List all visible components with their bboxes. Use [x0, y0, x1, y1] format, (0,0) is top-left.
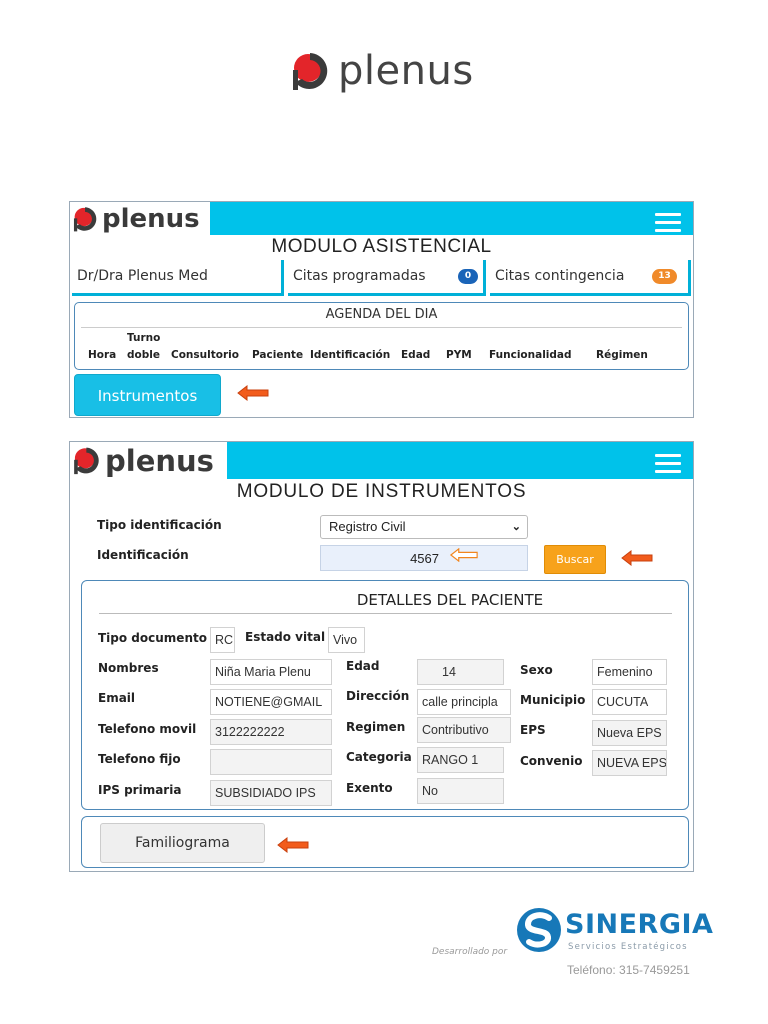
- arrow-left-icon: [621, 550, 653, 566]
- modulo-asistencial-screen: plenus MODULO ASISTENCIAL Dr/Dra Plenus …: [69, 201, 694, 418]
- categoria-field: RANGO 1: [417, 747, 504, 773]
- convenio-label: Convenio: [520, 754, 583, 768]
- nombres-field: Niña Maria Plenu: [210, 659, 332, 685]
- ips-primaria-field: SUBSIDIADO IPS: [210, 780, 332, 806]
- header-logo: plenus: [70, 202, 210, 235]
- divider: [99, 613, 672, 614]
- column-header-regimen: Régimen: [596, 349, 648, 361]
- plenus-logo-text: plenus: [338, 48, 474, 94]
- menu-icon[interactable]: [655, 213, 681, 237]
- telefono-fijo-label: Telefono fijo: [98, 752, 181, 766]
- developed-by: Desarrollado por: [432, 947, 508, 957]
- regimen-label: Regimen: [346, 720, 406, 734]
- citas-programadas-label: Citas programadas: [293, 268, 426, 284]
- agenda-title: AGENDA DEL DIA: [325, 307, 438, 322]
- eps-field: Nueva EPS: [592, 720, 667, 746]
- arrow-left-outline-icon: [449, 548, 478, 562]
- chevron-down-icon: ⌄: [511, 521, 521, 533]
- header-bar: plenus: [70, 202, 693, 235]
- email-field: NOTIENE@GMAIL: [210, 689, 332, 715]
- identificacion-input[interactable]: 4567: [320, 545, 528, 571]
- column-header-paciente: Paciente: [252, 349, 304, 361]
- modulo-instrumentos-screen: plenus MODULO DE INSTRUMENTOS Tipo ident…: [69, 441, 694, 872]
- plenus-logo-icon: [73, 206, 97, 231]
- direccion-field: calle principla: [417, 689, 511, 715]
- citas-contingencia[interactable]: Citas contingencia 13: [490, 260, 691, 296]
- nombres-label: Nombres: [98, 661, 159, 675]
- arrow-left-icon: [237, 385, 269, 401]
- convenio-field: NUEVA EPS: [592, 750, 667, 776]
- identificacion-value: 4567: [410, 551, 439, 566]
- email-label: Email: [98, 691, 136, 705]
- tipo-identificacion-value: Registro Civil: [329, 519, 406, 534]
- column-header-identificacion: Identificación: [310, 349, 391, 361]
- estado-vital-field: Vivo: [328, 627, 365, 653]
- buscar-button[interactable]: Buscar: [544, 545, 606, 574]
- identificacion-label: Identificación: [97, 548, 189, 562]
- column-header-hora: Hora: [88, 349, 117, 361]
- divider: [81, 327, 682, 328]
- arrow-left-icon: [277, 837, 309, 853]
- column-header-edad: Edad: [401, 349, 431, 361]
- sinergia-subtitle: Servicios Estratégicos: [568, 942, 688, 952]
- plenus-logo-icon: [293, 53, 328, 90]
- column-header-pym: PYM: [446, 349, 472, 361]
- familiograma-button[interactable]: Familiograma: [100, 823, 265, 863]
- sexo-field: Femenino: [592, 659, 667, 685]
- column-header-doble: doble: [127, 349, 160, 361]
- sinergia-text: SINERGIA: [565, 909, 714, 940]
- page-title: MODULO DE INSTRUMENTOS: [236, 481, 527, 502]
- municipio-label: Municipio: [520, 693, 586, 707]
- header-bar: plenus: [70, 442, 693, 479]
- sexo-label: Sexo: [520, 663, 553, 677]
- column-header-turno: Turno: [127, 332, 161, 344]
- tipo-identificacion-label: Tipo identificación: [97, 518, 222, 532]
- detalles-title: DETALLES DEL PACIENTE: [356, 591, 544, 609]
- exento-field: No: [417, 778, 504, 804]
- municipio-field: CUCUTA: [592, 689, 667, 715]
- citas-programadas[interactable]: Citas programadas 0: [288, 260, 486, 296]
- instrumentos-button[interactable]: Instrumentos: [74, 374, 221, 416]
- edad-label: Edad: [346, 659, 380, 673]
- doctor-name-text: Dr/Dra Plenus Med: [77, 268, 208, 284]
- header-logo: plenus: [70, 442, 227, 479]
- menu-icon[interactable]: [655, 454, 681, 478]
- edad-field: 14: [417, 659, 504, 685]
- familiograma-panel: Familiograma: [81, 816, 689, 868]
- telefono-fijo-field: [210, 749, 332, 775]
- ips-primaria-label: IPS primaria: [98, 783, 182, 797]
- tipo-documento-field: RC: [210, 627, 235, 653]
- exento-label: Exento: [346, 781, 393, 795]
- telefono-movil-field: 3122222222: [210, 719, 332, 745]
- citas-contingencia-label: Citas contingencia: [495, 268, 625, 284]
- plenus-logo-icon: [74, 447, 99, 475]
- regimen-field: Contributivo: [417, 717, 511, 743]
- citas-programadas-badge: 0: [458, 269, 478, 284]
- column-header-consultorio: Consultorio: [171, 349, 239, 361]
- categoria-label: Categoria: [346, 750, 412, 764]
- estado-vital-label: Estado vital: [245, 630, 326, 644]
- citas-contingencia-badge: 13: [652, 269, 677, 284]
- tipo-documento-label: Tipo documento: [98, 631, 207, 645]
- direccion-label: Dirección: [346, 689, 410, 703]
- contact-phone: Teléfono: 315-7459251: [567, 963, 690, 977]
- doctor-name: Dr/Dra Plenus Med: [72, 260, 284, 296]
- detalles-paciente-panel: DETALLES DEL PACIENTE Tipo documento RC …: [81, 580, 689, 810]
- telefono-movil-label: Telefono movil: [98, 722, 197, 736]
- plenus-logo-main: plenus: [290, 48, 474, 94]
- header-logo-text: plenus: [102, 203, 200, 234]
- eps-label: EPS: [520, 723, 546, 737]
- header-logo-text: plenus: [105, 443, 214, 478]
- column-header-funcionalidad: Funcionalidad: [489, 349, 572, 361]
- agenda-panel: AGENDA DEL DIA Hora Turno doble Consulto…: [74, 302, 689, 370]
- page-title: MODULO ASISTENCIAL: [271, 236, 492, 257]
- tipo-identificacion-select[interactable]: Registro Civil ⌄: [320, 515, 528, 539]
- sinergia-logo-icon: [517, 908, 561, 952]
